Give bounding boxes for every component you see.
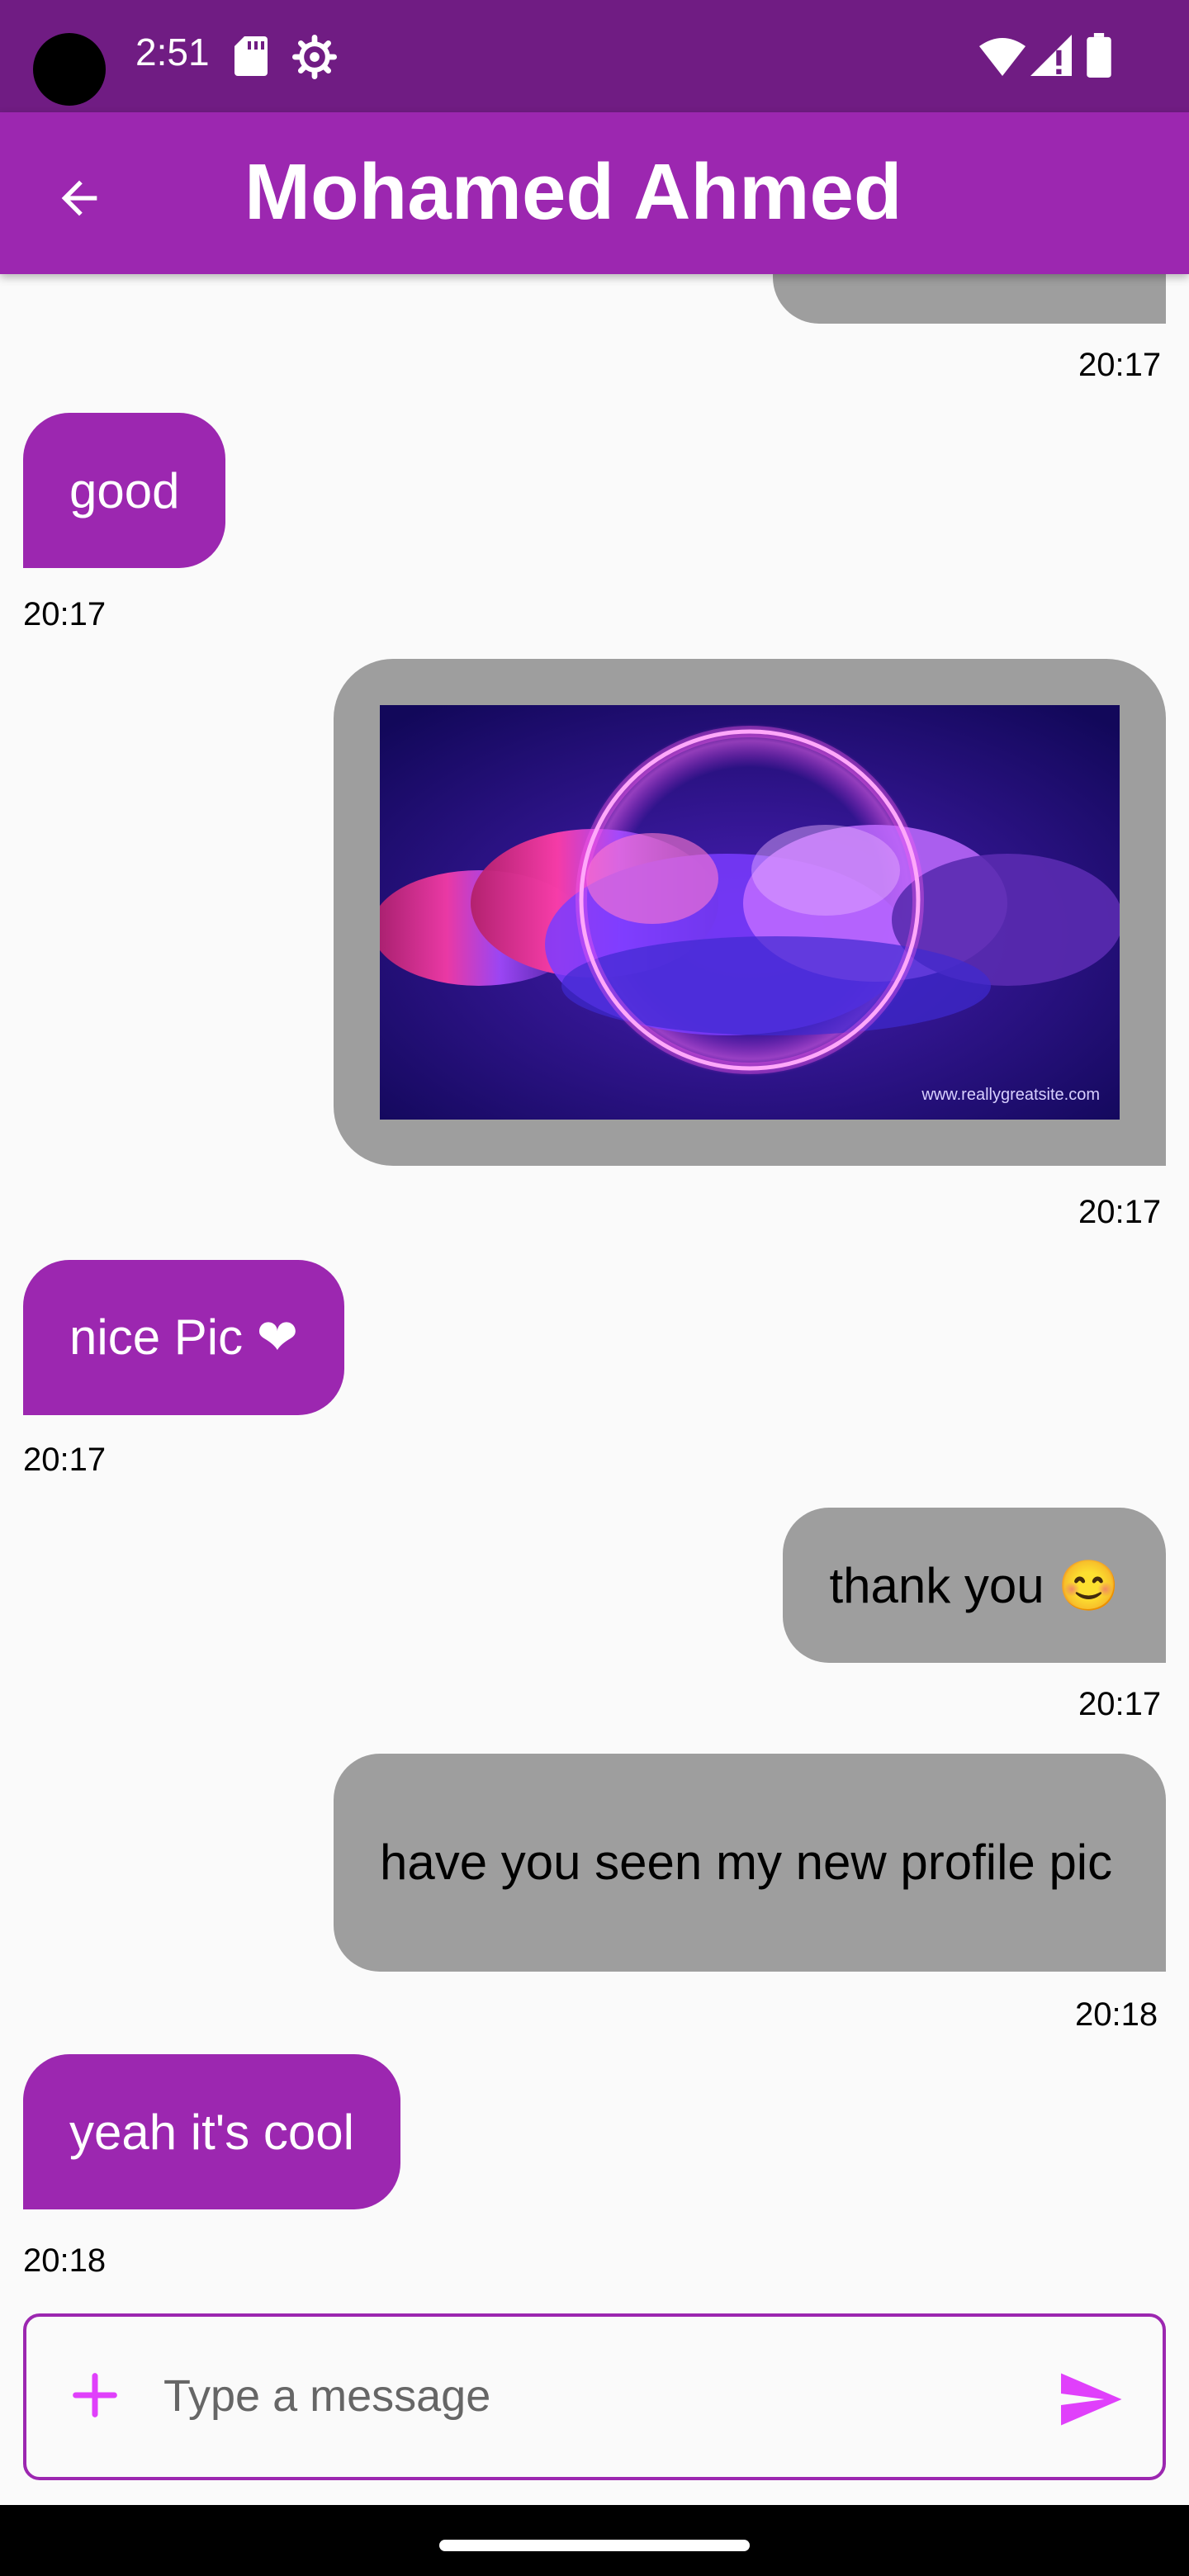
- chat-title: Mohamed Ahmed: [244, 148, 902, 236]
- image-watermark: www.reallygreatsite.com: [921, 1086, 1100, 1104]
- back-button[interactable]: [40, 159, 119, 238]
- message-bubble-incoming[interactable]: yeah it's cool: [23, 2054, 400, 2209]
- system-navigation-bar: [0, 2505, 1189, 2576]
- message-timestamp: 20:17: [1078, 1686, 1162, 1722]
- message-composer: [23, 2313, 1166, 2480]
- camera-cutout: [33, 33, 106, 106]
- wifi-icon: [979, 38, 1026, 76]
- chat-message-list[interactable]: 20:17 good 20:17 www.reallygreatsite.com…: [0, 274, 1189, 2312]
- message-timestamp: 20:17: [23, 1442, 107, 1478]
- image-message-bubble[interactable]: www.reallygreatsite.com: [334, 659, 1166, 1166]
- back-arrow-icon: [61, 180, 97, 216]
- message-timestamp: 20:18: [1075, 1996, 1158, 2033]
- settings-gear-icon: [292, 35, 337, 79]
- home-gesture-handle[interactable]: [439, 2540, 750, 2551]
- message-bubble-incoming[interactable]: nice Pic ❤: [23, 1260, 345, 1415]
- message-timestamp: 20:17: [1078, 1194, 1162, 1230]
- message-timestamp: 20:18: [23, 2242, 107, 2279]
- battery-icon: [1087, 33, 1111, 78]
- status-time: 2:51: [135, 31, 210, 73]
- app-bar: Mohamed Ahmed: [0, 112, 1189, 274]
- neon-ring-clouds-image: [380, 705, 1120, 1120]
- message-input[interactable]: [162, 2350, 1040, 2442]
- message-timestamp: 20:17: [1078, 347, 1162, 383]
- status-bar: 2:51: [0, 0, 1189, 112]
- send-icon[interactable]: [1055, 2365, 1125, 2434]
- message-timestamp: 20:17: [23, 596, 107, 632]
- message-bubble-outgoing[interactable]: thank you 😊: [783, 1508, 1166, 1663]
- shared-image[interactable]: www.reallygreatsite.com: [380, 705, 1120, 1120]
- message-bubble-incoming[interactable]: good: [23, 413, 226, 568]
- signal-icon: [1030, 35, 1072, 76]
- sd-card-icon: [234, 36, 268, 76]
- message-bubble-outgoing[interactable]: have you seen my new profile pic: [334, 1754, 1166, 1972]
- message-bubble-outgoing[interactable]: [773, 274, 1166, 324]
- add-icon[interactable]: [66, 2366, 124, 2424]
